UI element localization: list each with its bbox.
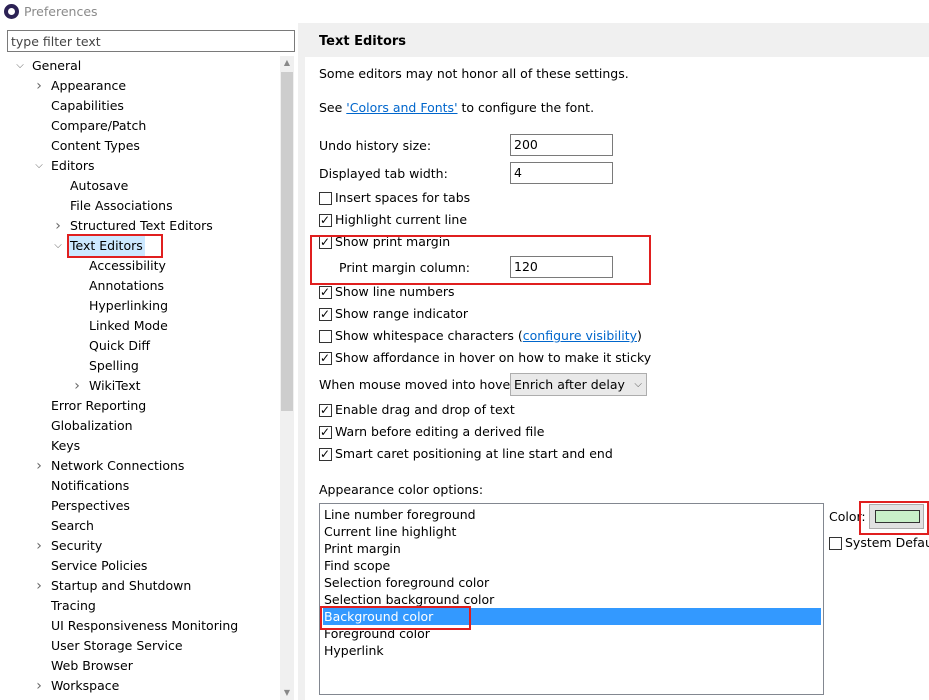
checkbox-box[interactable]	[319, 423, 332, 441]
color-label: Color:	[829, 509, 866, 524]
tree-item-label: Compare/Patch	[51, 118, 147, 133]
checkbox-box[interactable]	[319, 233, 332, 251]
checkbox-box[interactable]	[319, 330, 332, 343]
tree-item-label: Capabilities	[51, 98, 124, 113]
title-bar: Preferences	[0, 0, 929, 23]
tree-item-label: Structured Text Editors	[70, 218, 213, 233]
tree-item-label: Startup and Shutdown	[51, 578, 192, 593]
scroll-thumb[interactable]	[281, 72, 293, 411]
colors-fonts-hint: See 'Colors and Fonts' to configure the …	[319, 100, 595, 115]
color-options-list[interactable]: Line number foreground Current line highl…	[319, 503, 824, 695]
list-item[interactable]: Find scope	[323, 557, 390, 574]
tree-item-label: Accessibility	[89, 258, 166, 273]
chevron-right-icon[interactable]: ›	[33, 676, 45, 696]
chevron-right-icon[interactable]: ›	[52, 216, 64, 236]
tree-item-label: Service Policies	[51, 558, 148, 573]
panel-divider[interactable]	[298, 23, 305, 700]
tree-item-label: Globalization	[51, 418, 133, 433]
settings-panel: Text Editors Some editors may not honor …	[305, 23, 929, 700]
page-title: Text Editors	[319, 34, 407, 49]
chevron-down-icon[interactable]: ⌵	[14, 56, 26, 76]
tree-item-label: Content Types	[51, 138, 140, 153]
tree-item-label: File Associations	[70, 198, 173, 213]
tree-item-label: Text Editors	[68, 236, 145, 256]
tree-item-label: WikiText	[89, 378, 141, 393]
color-picker-button[interactable]	[869, 504, 924, 529]
chevron-right-icon[interactable]: ›	[33, 576, 45, 596]
list-item[interactable]: Selection foreground color	[323, 574, 489, 591]
configure-visibility-link[interactable]: configure visibility	[523, 328, 637, 343]
checkbox-box[interactable]	[319, 192, 332, 205]
checkbox-box[interactable]	[319, 283, 332, 301]
tree-item-label: Annotations	[89, 278, 165, 293]
chevron-right-icon[interactable]: ›	[33, 536, 45, 556]
tree-item-label: Autosave	[70, 178, 129, 193]
window-title: Preferences	[24, 4, 98, 19]
tree-item-label: Keys	[51, 438, 81, 453]
hover-mode-select[interactable]: Enrich after delay ⌵	[510, 373, 647, 396]
list-item[interactable]: Background color	[323, 608, 821, 625]
tree-item-label: Network Connections	[51, 458, 185, 473]
tree-item-label: Error Reporting	[51, 398, 147, 413]
tree-item-label: Linked Mode	[89, 318, 168, 333]
list-item[interactable]: Current line highlight	[323, 523, 456, 540]
appearance-options-label: Appearance color options:	[319, 482, 484, 497]
checkbox-box[interactable]	[829, 537, 842, 550]
hover-label: When mouse moved into hover:	[319, 377, 520, 392]
list-item[interactable]: Print margin	[323, 540, 401, 557]
chevron-right-icon[interactable]: ›	[33, 456, 45, 476]
chevron-down-icon[interactable]: ⌵	[33, 156, 45, 176]
tree-item-label: Security	[51, 538, 103, 553]
list-item[interactable]: Foreground color	[323, 625, 430, 642]
tree-item-label: General	[32, 58, 82, 73]
eclipse-icon	[4, 4, 19, 19]
undo-history-label: Undo history size:	[319, 138, 432, 153]
tab-width-label: Displayed tab width:	[319, 166, 448, 181]
tree-item-label: Hyperlinking	[89, 298, 168, 313]
chevron-down-icon[interactable]: ⌵	[52, 236, 64, 256]
tab-width-input[interactable]: 4	[510, 162, 613, 184]
color-swatch	[875, 510, 920, 523]
tree-item-label: UI Responsiveness Monitoring	[51, 618, 239, 633]
scroll-down-icon[interactable]: ▼	[280, 686, 294, 700]
tree-item-label: Perspectives	[51, 498, 130, 513]
tree-item-label: Editors	[51, 158, 95, 173]
list-item[interactable]: Line number foreground	[323, 506, 476, 523]
checkbox-box[interactable]	[319, 211, 332, 229]
checkbox-box[interactable]	[319, 401, 332, 419]
page-header: Text Editors	[305, 23, 929, 57]
tree-item-label: Quick Diff	[89, 338, 151, 353]
undo-history-input[interactable]: 200	[510, 134, 613, 156]
list-item[interactable]: Hyperlink	[323, 642, 384, 659]
tree-item-label: Workspace	[51, 678, 120, 693]
checkbox-box[interactable]	[319, 305, 332, 323]
scroll-up-icon[interactable]: ▲	[280, 56, 294, 70]
chevron-down-icon: ⌵	[634, 379, 642, 390]
tree-item-label: Tracing	[51, 598, 96, 613]
checkbox-box[interactable]	[319, 445, 332, 463]
print-margin-column-label: Print margin column:	[339, 260, 471, 275]
chevron-right-icon[interactable]: ›	[33, 76, 45, 96]
chevron-right-icon[interactable]: ›	[71, 376, 83, 396]
settings-note: Some editors may not honor all of these …	[319, 66, 629, 81]
colors-fonts-link[interactable]: 'Colors and Fonts'	[346, 100, 457, 115]
list-item[interactable]: Selection background color	[323, 591, 494, 608]
tree-scrollbar[interactable]: ▲ ▼	[280, 56, 294, 700]
filter-input[interactable]	[7, 30, 295, 52]
checkbox-box[interactable]	[319, 349, 332, 367]
tree-item-label: Appearance	[51, 78, 127, 93]
tree-item-label: Notifications	[51, 478, 130, 493]
tree-item-label: Spelling	[89, 358, 139, 373]
print-margin-column-input[interactable]: 120	[510, 256, 613, 278]
tree-item-label: Search	[51, 518, 94, 533]
tree-item-label: User Storage Service	[51, 638, 183, 653]
tree-item-label: Web Browser	[51, 658, 133, 673]
preferences-tree-panel: ⌵ General › Appearance Capabilities Compare/P…	[0, 23, 298, 700]
